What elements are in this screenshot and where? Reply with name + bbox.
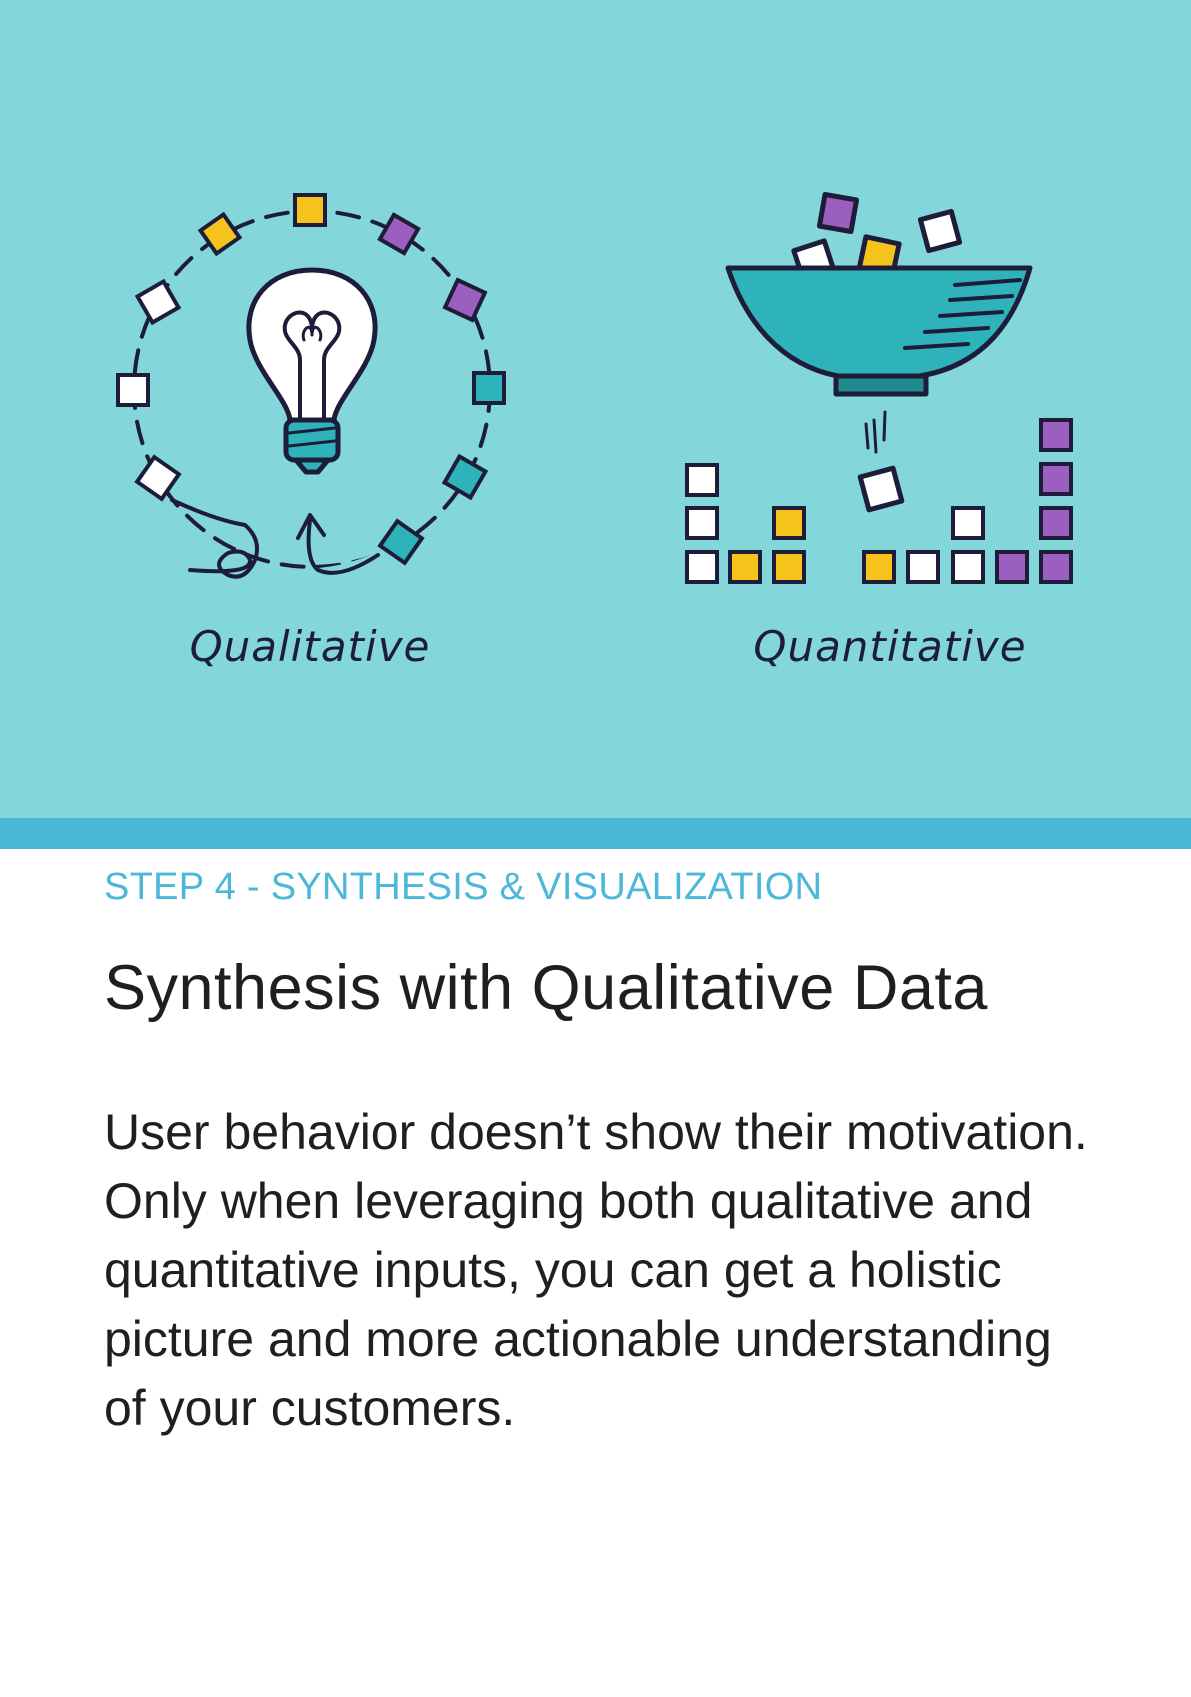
white-square <box>134 454 182 502</box>
lightbulb-icon <box>246 267 378 475</box>
purple-square <box>442 277 488 323</box>
teal-square <box>472 371 506 405</box>
body-paragraph: User behavior doesn’t show their motivat… <box>104 1104 1088 1436</box>
yellow-square <box>293 193 327 227</box>
funnel-icon <box>725 191 1033 513</box>
teal-square <box>377 518 425 566</box>
page-title: Synthesis with Qualitative Data <box>104 953 988 1023</box>
white-square <box>134 278 182 326</box>
white-square <box>116 373 150 407</box>
purple-square <box>377 212 421 256</box>
teal-square <box>441 453 489 501</box>
qualitative-label: Qualitative <box>189 622 431 671</box>
illustration <box>116 191 1073 584</box>
step-eyebrow: STEP 4 - SYNTHESIS & VISUALIZATION <box>104 866 823 908</box>
quantitative-label: Quantitative <box>753 622 1027 671</box>
accent-band <box>0 818 1191 849</box>
